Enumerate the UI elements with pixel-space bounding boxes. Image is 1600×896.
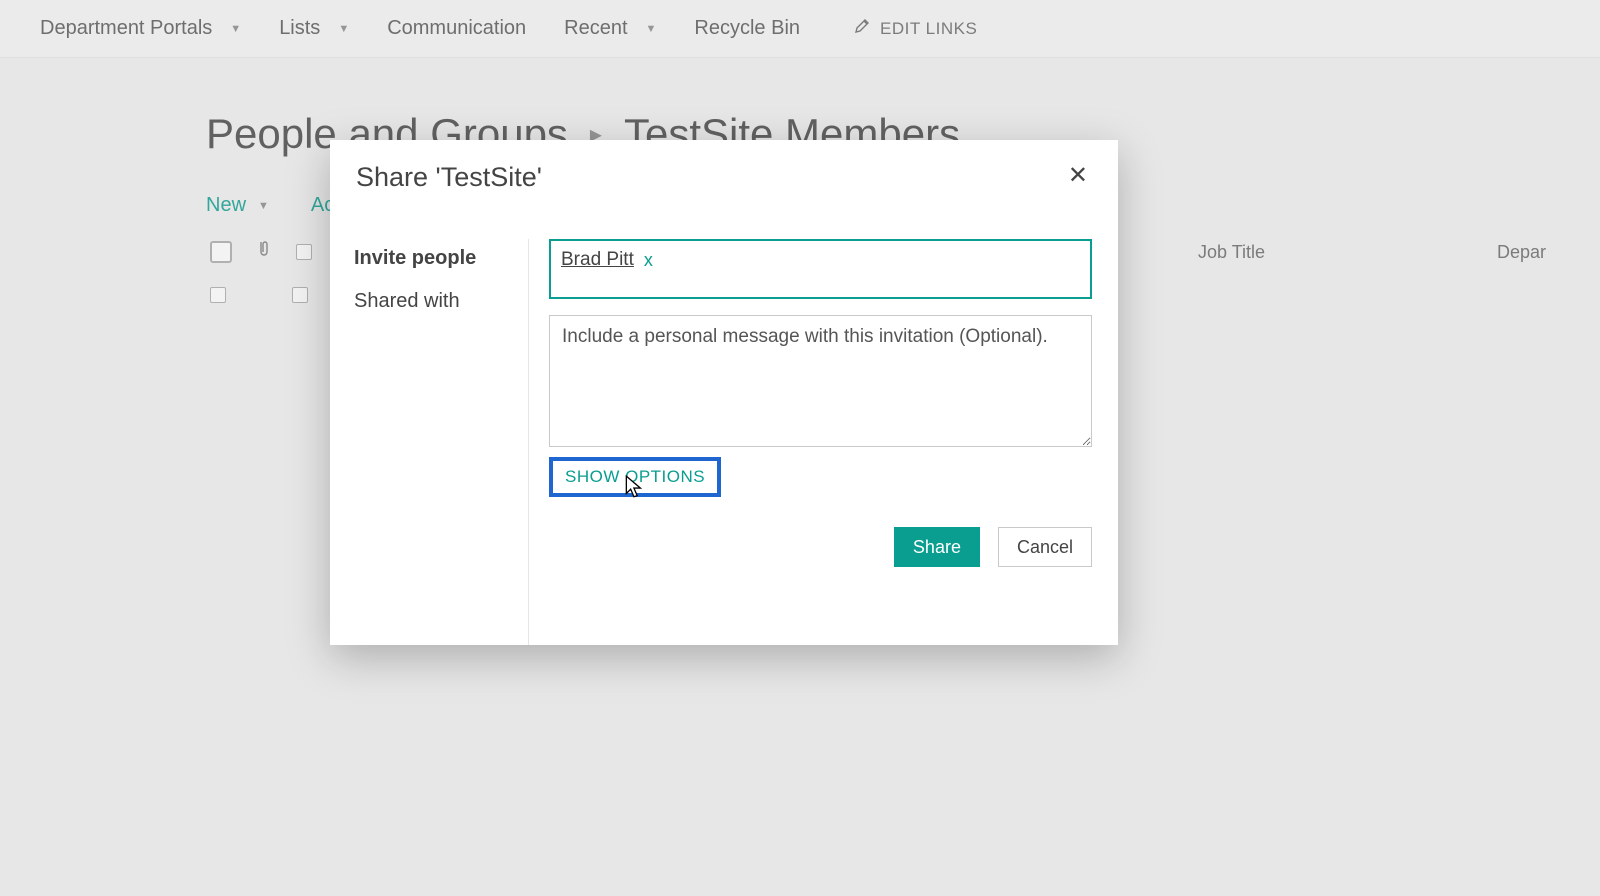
dialog-main: Brad Pitt x SHOW OPTIONS Share Cancel [529,239,1118,645]
people-chip: Brad Pitt x [561,249,653,271]
close-button[interactable]: ✕ [1062,162,1094,190]
tab-label: Shared with [354,290,460,312]
invitation-message-input[interactable] [549,315,1092,447]
show-options-link[interactable]: SHOW OPTIONS [565,467,705,487]
button-label: Cancel [1017,537,1073,558]
tab-invite-people[interactable]: Invite people [354,239,528,282]
dialog-header: Share 'TestSite' ✕ [330,140,1118,201]
dialog-sidebar: Invite people Shared with [330,239,529,645]
tab-shared-with[interactable]: Shared with [354,282,528,325]
share-dialog: Share 'TestSite' ✕ Invite people Shared … [330,140,1118,645]
chip-name[interactable]: Brad Pitt [561,249,634,271]
people-picker-input[interactable]: Brad Pitt x [549,239,1092,299]
dialog-body: Invite people Shared with Brad Pitt x SH… [330,201,1118,645]
dialog-title: Share 'TestSite' [356,162,542,193]
share-button[interactable]: Share [894,527,980,567]
show-options-highlight: SHOW OPTIONS [549,457,721,497]
dialog-actions: Share Cancel [549,497,1092,567]
close-icon: ✕ [1068,162,1088,189]
tab-label: Invite people [354,247,476,269]
button-label: Share [913,537,961,558]
chip-remove-button[interactable]: x [644,250,653,271]
cancel-button[interactable]: Cancel [998,527,1092,567]
